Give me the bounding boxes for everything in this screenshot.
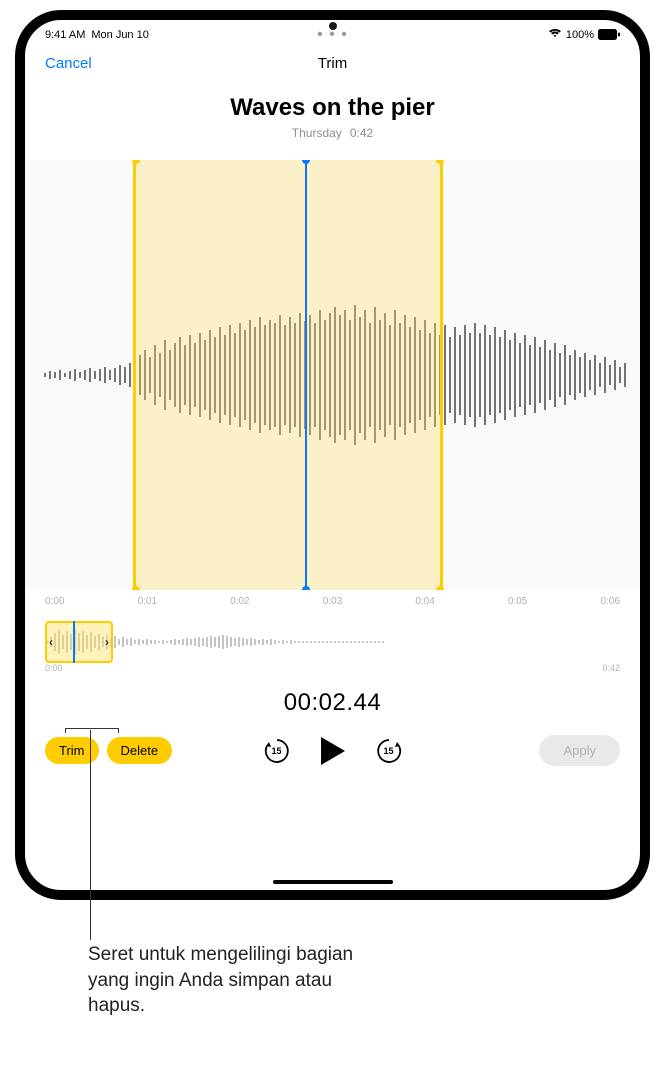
skip-forward-label: 15 — [383, 746, 393, 756]
overview-selection[interactable]: ‹ › — [45, 621, 113, 663]
callout-bracket — [65, 728, 66, 733]
trim-selection[interactable] — [133, 160, 443, 590]
ipad-frame: 9:41 AM Mon Jun 10 • • • 100% Cancel Tri… — [15, 10, 650, 900]
apply-button[interactable]: Apply — [539, 735, 620, 766]
overview-handle-right-icon[interactable]: › — [105, 635, 109, 649]
nav-bar: Cancel Trim — [25, 45, 640, 82]
battery-icon — [598, 29, 620, 40]
recording-header: Waves on the pier Thursday 0:42 — [25, 94, 640, 140]
callout-bracket — [118, 728, 119, 733]
cancel-button[interactable]: Cancel — [45, 55, 92, 72]
overview-track[interactable]: ‹ › — [45, 625, 620, 659]
ruler-tick: 0:06 — [600, 596, 619, 607]
callout-text: Seret untuk mengelilingi bagian yang ing… — [88, 942, 388, 1019]
current-time: 00:02.44 — [25, 689, 640, 717]
ruler-tick: 0:03 — [323, 596, 342, 607]
overview-handle-left-icon[interactable]: ‹ — [49, 635, 53, 649]
recording-duration: 0:42 — [350, 126, 373, 140]
time-ruler: 0:00 0:01 0:02 0:03 0:04 0:05 0:06 — [25, 590, 640, 607]
ruler-tick: 0:02 — [230, 596, 249, 607]
recording-title: Waves on the pier — [25, 94, 640, 122]
playhead[interactable] — [305, 160, 307, 590]
skip-back-button[interactable]: 15 — [261, 735, 293, 767]
waveform-main[interactable]: placeholder — [25, 160, 640, 590]
overview-playhead[interactable] — [73, 621, 75, 663]
overview-time: 0:00 0:42 — [45, 663, 620, 673]
overview-end: 0:42 — [602, 663, 620, 673]
trim-handle-right[interactable] — [436, 160, 444, 590]
status-time: 9:41 AM — [45, 29, 85, 41]
controls-row: Trim Delete 15 15 Apply — [25, 717, 640, 766]
skip-back-label: 15 — [271, 746, 281, 756]
callout-bracket — [65, 728, 118, 729]
status-date: Mon Jun 10 — [91, 29, 148, 41]
home-indicator[interactable] — [273, 880, 393, 884]
wifi-icon — [548, 28, 562, 41]
delete-button[interactable]: Delete — [107, 737, 173, 764]
ruler-tick: 0:05 — [508, 596, 527, 607]
nav-title: Trim — [318, 55, 347, 72]
overview-start: 0:00 — [45, 663, 63, 673]
ruler-tick: 0:04 — [415, 596, 434, 607]
callout-line — [90, 730, 91, 940]
overview-waveform — [45, 625, 620, 659]
play-button[interactable] — [321, 737, 345, 765]
skip-forward-button[interactable]: 15 — [373, 735, 405, 767]
trim-handle-left[interactable] — [132, 160, 140, 590]
ruler-tick: 0:00 — [45, 596, 64, 607]
multitask-dots[interactable]: • • • — [317, 26, 348, 44]
battery-pct: 100% — [566, 29, 594, 41]
recording-day: Thursday — [292, 126, 342, 140]
ruler-tick: 0:01 — [138, 596, 157, 607]
